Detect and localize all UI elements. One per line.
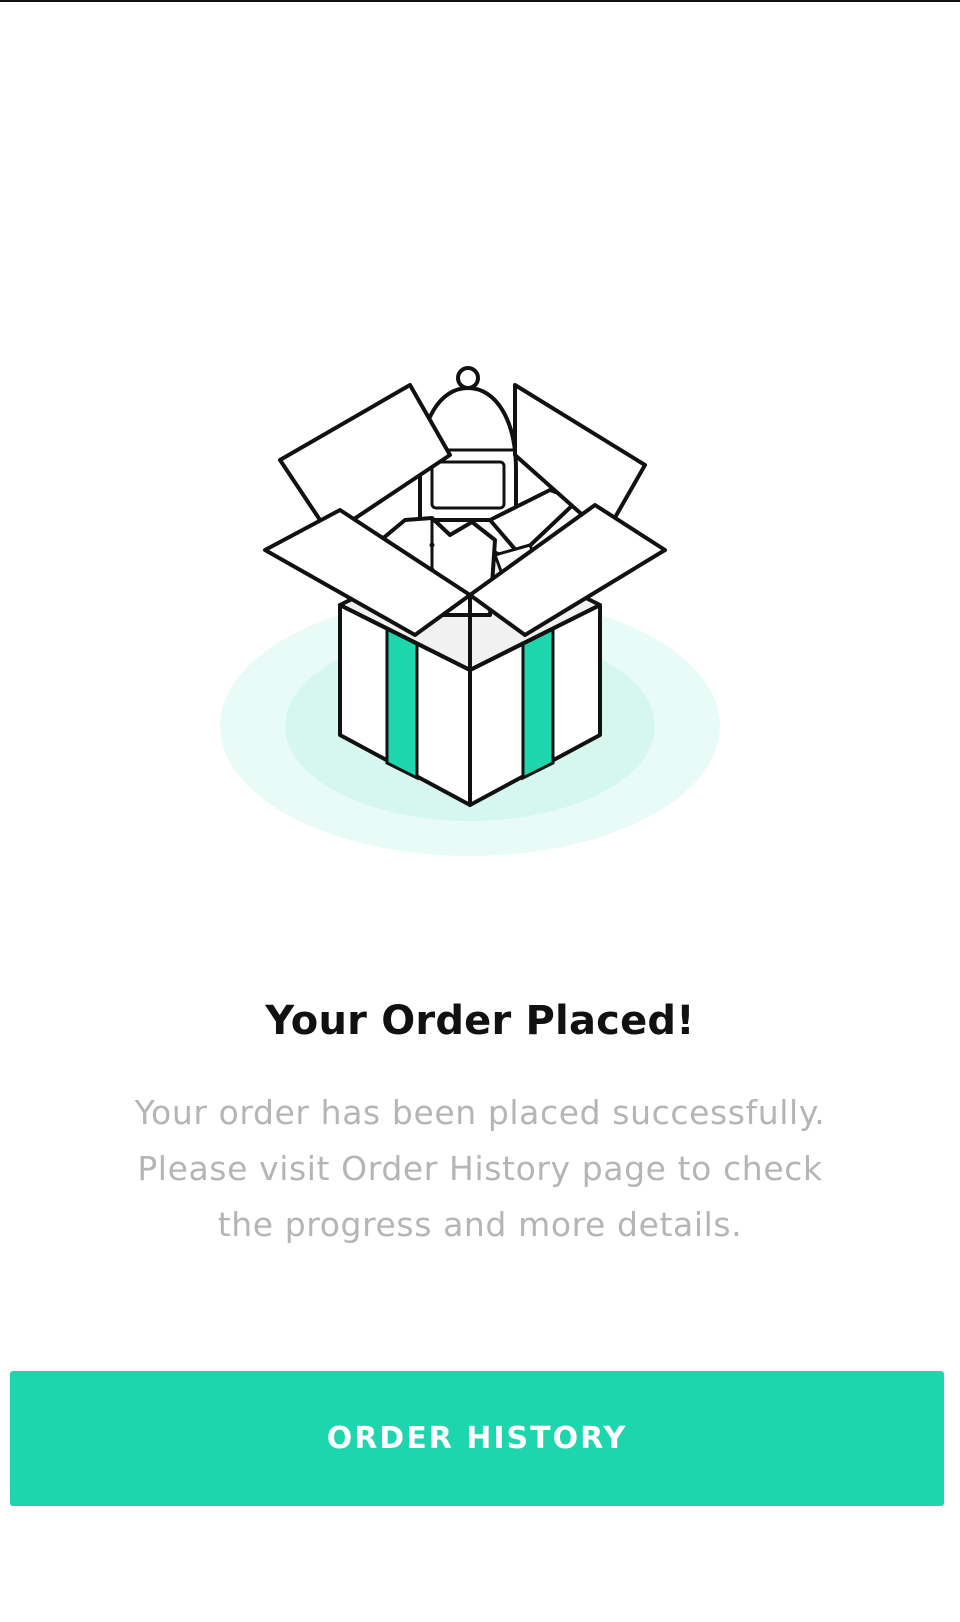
order-history-button[interactable]: ORDER HISTORY (10, 1371, 944, 1506)
confirmation-message: Your order has been placed successfully.… (100, 1085, 860, 1253)
top-divider (0, 0, 960, 2)
message-line: the progress and more details. (217, 1205, 743, 1244)
message-line: Your order has been placed successfully. (134, 1093, 826, 1132)
open-box-icon (220, 366, 720, 856)
message-line: Please visit Order History page to check (137, 1149, 823, 1188)
page-title: Your Order Placed! (265, 998, 695, 1044)
open-box-illustration (210, 350, 730, 870)
